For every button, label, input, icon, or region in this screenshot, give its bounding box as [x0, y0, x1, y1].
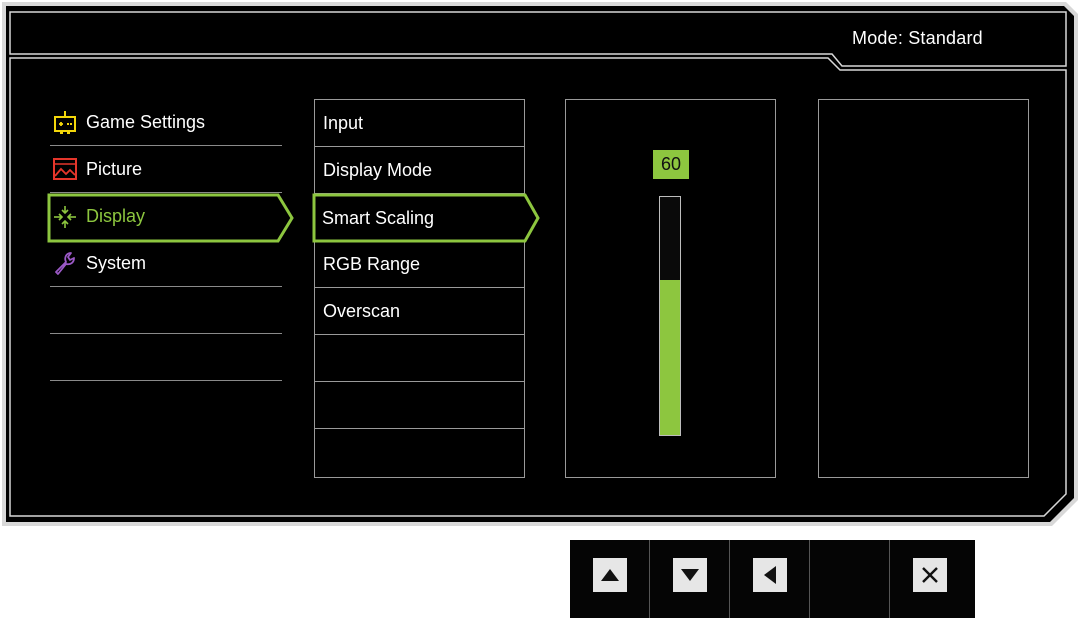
menu-item-empty	[50, 287, 282, 334]
submenu-selected-label: Smart Scaling	[322, 207, 435, 228]
submenu-item-empty	[315, 429, 524, 476]
arrow-down-icon	[672, 558, 707, 592]
control-key-exit[interactable]	[890, 540, 970, 618]
game-settings-icon	[52, 109, 78, 135]
arrow-up-icon	[592, 558, 627, 592]
menu-item-label: Picture	[86, 158, 143, 179]
submenu-item-rgb-range[interactable]: RGB Range	[315, 241, 524, 288]
submenu-item-display-mode[interactable]: Display Mode	[315, 147, 524, 194]
control-key-empty	[810, 540, 890, 618]
submenu-item-label: RGB Range	[323, 253, 421, 274]
submenu-item-input[interactable]: Input	[315, 100, 524, 147]
system-wrench-icon	[52, 250, 78, 276]
menu-item-picture[interactable]: Picture	[50, 146, 282, 193]
control-key-down[interactable]	[650, 540, 730, 618]
sub-menu: Input Display Mode Smart Scaling RGB Ran…	[314, 99, 525, 478]
slider-fill	[660, 280, 680, 435]
value-readout: 60	[653, 150, 689, 179]
menu-item-empty	[50, 334, 282, 381]
arrow-left-icon	[752, 558, 787, 592]
submenu-item-empty	[315, 335, 524, 382]
control-key-bar	[570, 540, 975, 618]
menu-item-label: Display	[86, 206, 146, 226]
submenu-item-label: Input	[323, 112, 364, 133]
close-icon	[913, 558, 947, 592]
value-slider[interactable]	[659, 196, 681, 436]
menu-item-game-settings[interactable]: Game Settings	[50, 99, 282, 146]
submenu-item-label: Display Mode	[323, 159, 433, 180]
control-key-up[interactable]	[570, 540, 650, 618]
main-menu: Game Settings Picture Display System	[50, 99, 282, 381]
mode-label: Mode: Standard	[852, 28, 983, 48]
submenu-item-empty	[315, 382, 524, 429]
display-icon	[52, 204, 78, 230]
info-panel	[818, 99, 1029, 478]
menu-item-label: System	[86, 252, 147, 273]
submenu-item-label: Overscan	[323, 300, 401, 321]
control-key-left[interactable]	[730, 540, 810, 618]
menu-item-display[interactable]: Display	[50, 193, 282, 240]
submenu-item-overscan[interactable]: Overscan	[315, 288, 524, 335]
menu-item-label: Game Settings	[86, 111, 206, 132]
menu-item-system[interactable]: System	[50, 240, 282, 287]
picture-icon	[52, 156, 78, 182]
